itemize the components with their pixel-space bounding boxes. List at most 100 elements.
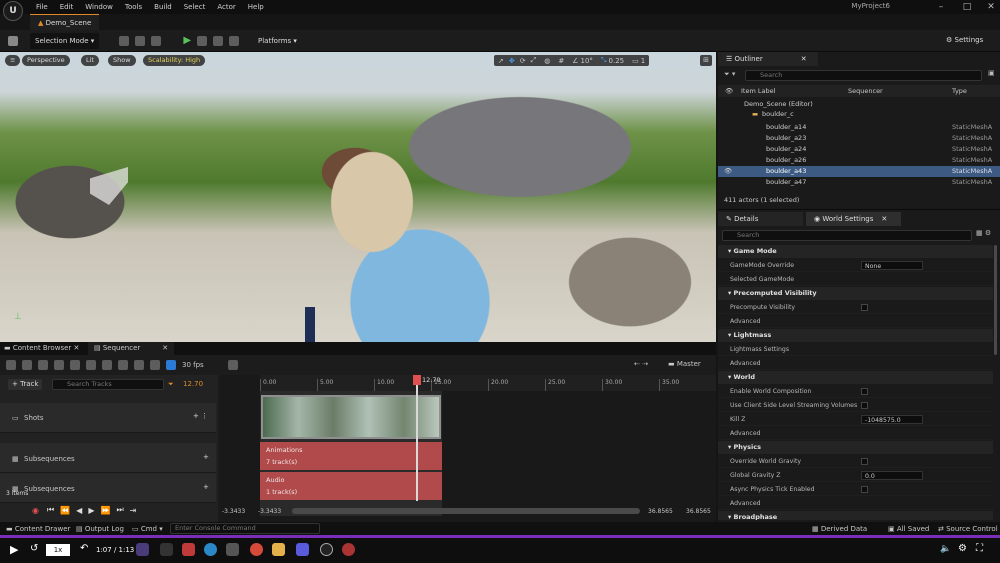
step-icon[interactable] [197, 35, 208, 46]
track-row-subsequences[interactable]: ▦ Subsequences + [0, 473, 216, 503]
details-property[interactable]: GameMode Override None [718, 259, 993, 272]
cmd-button[interactable]: ▭ Cmd ▾ [132, 525, 163, 533]
playrate-icon[interactable] [227, 360, 238, 370]
details-section[interactable]: ▾ Precomputed Visibility [718, 287, 993, 300]
timeline-scrollbar[interactable] [292, 508, 640, 514]
outliner-tab[interactable]: ☰ Outliner ✕ [718, 52, 818, 66]
sequencer-tab[interactable]: ▤ Sequencer ✕ [88, 342, 175, 355]
details-property[interactable]: Advanced [718, 427, 993, 440]
camera-speed-icon[interactable]: ▭ [632, 57, 639, 65]
menu-actor[interactable]: Actor [217, 3, 235, 11]
grid-snap-icon[interactable]: # [558, 57, 564, 65]
viewport-menu-button[interactable]: ≡ [5, 55, 21, 66]
details-property[interactable]: Advanced [718, 357, 993, 370]
track-row-shots[interactable]: ▭ Shots + ⋮ [0, 403, 216, 433]
menu-build[interactable]: Build [154, 3, 172, 11]
reverse-icon[interactable]: ◀ [76, 506, 82, 515]
details-property[interactable]: Lightmass Settings [718, 343, 993, 356]
selection-mode-button[interactable]: Selection Mode ▾ [30, 32, 100, 49]
filter-icon[interactable]: ⏷ ▾ [724, 70, 735, 79]
console-input[interactable]: Enter Console Command [170, 523, 320, 534]
level-tab[interactable]: ▲ Demo_Scene [30, 14, 100, 30]
transform-gizmo[interactable] [305, 307, 315, 342]
close-tab-icon[interactable]: ✕ [162, 344, 168, 352]
property-checkbox[interactable] [861, 388, 868, 395]
film-icon[interactable] [54, 360, 64, 370]
details-property[interactable]: Advanced [718, 497, 993, 510]
save-icon[interactable] [8, 35, 18, 46]
table-row-selected[interactable]: 👁 boulder_a43 StaticMeshA [718, 166, 1000, 177]
close-tab-icon[interactable]: ✕ [881, 215, 887, 223]
settings-gear-icon[interactable]: ⚙ [958, 543, 967, 554]
add-subsequence-button[interactable]: + [203, 483, 209, 491]
details-property[interactable]: Global Gravity Z 0.0 [718, 469, 993, 482]
lit-button[interactable]: Lit [81, 55, 99, 66]
details-section[interactable]: ▾ Physics [718, 441, 993, 454]
next-key-icon[interactable]: ⏩ [100, 506, 110, 515]
speed-button[interactable]: 1x [46, 544, 70, 556]
details-section[interactable]: ▾ World [718, 371, 993, 384]
perspective-button[interactable]: Perspective [22, 55, 70, 66]
property-value[interactable]: 0.0 [861, 471, 923, 480]
app-icon-2[interactable] [160, 543, 173, 556]
scale-tool-icon[interactable]: ⤢ [531, 56, 537, 65]
menu-file[interactable]: File [36, 3, 48, 11]
menu-help[interactable]: Help [248, 3, 264, 11]
current-time-field[interactable]: 12.70 [183, 380, 203, 388]
level-viewport[interactable]: ≡ Perspective Lit Show Scalability: High… [0, 52, 716, 342]
table-row[interactable]: boulder_a23 StaticMeshA [718, 133, 1000, 144]
filter-icon[interactable]: ⏷ [168, 380, 174, 389]
details-section[interactable]: ▾ Game Mode [718, 245, 993, 258]
property-checkbox[interactable] [861, 402, 868, 409]
scale-snap-icon[interactable]: ⤡ [601, 56, 607, 65]
rotate-tool-icon[interactable]: ⟳ [520, 57, 526, 65]
angle-snap-icon[interactable]: ∠ [572, 57, 578, 65]
render-icon[interactable] [86, 360, 96, 370]
maximize-icon[interactable]: □ [960, 1, 974, 13]
sequencer-header[interactable]: Sequencer [848, 85, 883, 97]
table-row[interactable]: boulder_a24 StaticMeshA [718, 144, 1000, 155]
snap-icon[interactable] [166, 360, 176, 370]
close-tab-icon[interactable]: ✕ [801, 55, 807, 63]
chrome-icon[interactable] [250, 543, 263, 556]
loop-icon[interactable]: ⇥ [130, 506, 137, 515]
world-icon[interactable] [6, 360, 16, 370]
search-icon[interactable] [38, 360, 48, 370]
output-log-button[interactable]: ▤ Output Log [76, 525, 124, 533]
play-icon[interactable]: ▶ [10, 543, 18, 556]
table-row[interactable]: boulder_a14 StaticMeshA [718, 122, 1000, 133]
replay-icon[interactable]: ↺ [30, 543, 38, 554]
details-property[interactable]: Use Client Side Level Streaming Volumes [718, 399, 993, 412]
timeline[interactable]: 0.00 5.00 10.00 15.00 20.00 25.00 30.00 35.00 A… [220, 375, 716, 522]
play-icon[interactable]: ▶ [183, 35, 191, 46]
add-track-button[interactable]: + Track [8, 379, 43, 390]
details-property[interactable]: Enable World Composition [718, 385, 993, 398]
animations-clip[interactable]: Animations 7 track(s) [260, 442, 442, 470]
content-browser-tab[interactable]: ▬ Content Browser ✕ [4, 344, 79, 352]
unreal-logo-icon[interactable]: U [3, 1, 23, 21]
property-value[interactable]: None [861, 261, 923, 270]
world-settings-tab[interactable]: ◉ World Settings ✕ [806, 212, 901, 226]
menu-window[interactable]: Window [85, 3, 113, 11]
edge-icon[interactable] [204, 543, 217, 556]
fullscreen-icon[interactable]: ⛶ [976, 543, 983, 554]
property-checkbox[interactable] [861, 304, 868, 311]
record-icon[interactable]: ◉ [32, 506, 39, 515]
stop-icon[interactable] [213, 35, 224, 46]
store-icon[interactable] [226, 543, 239, 556]
app-icon-4[interactable] [342, 543, 355, 556]
teams-icon[interactable] [296, 543, 309, 556]
menu-select[interactable]: Select [184, 3, 206, 11]
details-section[interactable]: ▾ Broadphase [718, 511, 993, 520]
close-icon[interactable]: ✕ [984, 1, 998, 13]
volume-icon[interactable]: 🔈 [940, 544, 951, 554]
add-folder-icon[interactable]: ▣ [988, 69, 995, 77]
actions-icon[interactable] [102, 360, 112, 370]
range-end-field[interactable]: 36.8565 [686, 508, 711, 515]
property-checkbox[interactable] [861, 458, 868, 465]
jump-end-icon[interactable]: ⏭ [116, 505, 123, 515]
master-breadcrumb[interactable]: ▬ Master [668, 360, 701, 368]
track-row-subsequences[interactable]: ▦ Subsequences + [0, 443, 216, 473]
type-header[interactable]: Type [952, 85, 967, 97]
outliner-root-row[interactable]: Demo_Scene (Editor) [718, 99, 1000, 110]
